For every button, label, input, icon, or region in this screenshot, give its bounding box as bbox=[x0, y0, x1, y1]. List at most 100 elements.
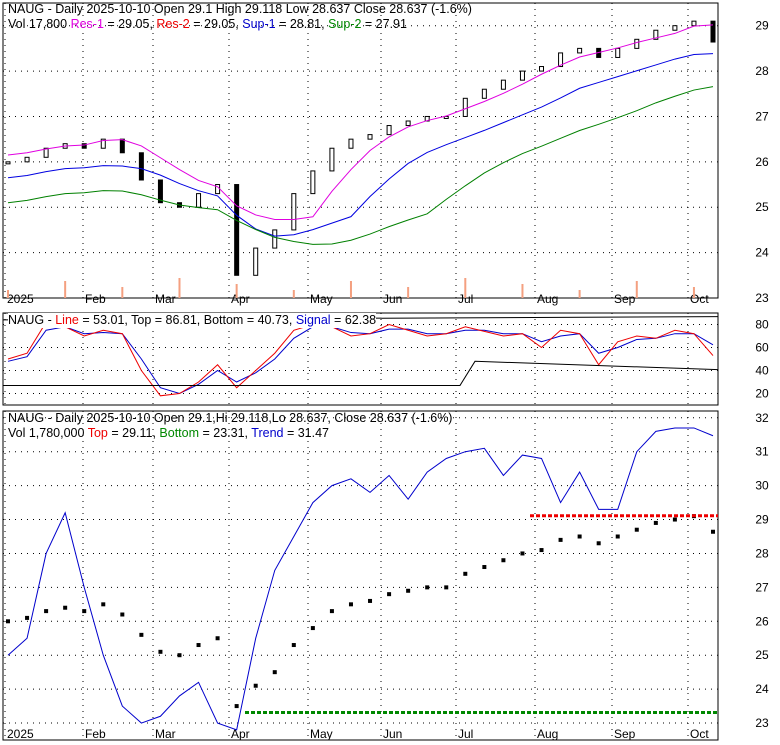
price-mark bbox=[6, 619, 10, 624]
y-tick-label: 28 bbox=[755, 64, 769, 78]
price-candle bbox=[615, 47, 621, 58]
panel1-header: NAUG - Daily 2025-10-10 Open 29.1 High 2… bbox=[8, 2, 472, 32]
y-tick-label: 23 bbox=[755, 716, 769, 730]
price-candle bbox=[253, 247, 259, 276]
volume-bar bbox=[349, 281, 352, 298]
y-tick-label: 29 bbox=[755, 19, 769, 33]
panel3-volume: Vol 1,780,000 bbox=[8, 426, 88, 440]
y-tick-label: 80 bbox=[755, 318, 769, 332]
x-tick-label: Jun bbox=[383, 292, 402, 306]
y-tick-label: 26 bbox=[755, 155, 769, 169]
price-mark bbox=[25, 615, 30, 620]
volume-bar bbox=[64, 281, 67, 298]
sup1-label: Sup-1 bbox=[242, 17, 276, 31]
res2-value: = 29.05, bbox=[189, 17, 243, 31]
trend-label: Trend bbox=[251, 426, 284, 440]
panel-1-frame bbox=[2, 2, 719, 299]
bottom-line bbox=[3, 360, 719, 386]
volume-bar bbox=[7, 290, 9, 298]
y-tick-label: 60 bbox=[755, 341, 769, 355]
price-mark bbox=[634, 527, 639, 532]
y-tick-label: 32 bbox=[755, 411, 769, 425]
price-mark bbox=[329, 609, 334, 614]
y-tick-label: 25 bbox=[755, 200, 769, 214]
x-tick-label: Sep bbox=[614, 292, 636, 306]
y-tick-label: 30 bbox=[755, 479, 769, 493]
price-mark bbox=[368, 598, 373, 603]
x-tick-label: Apr bbox=[231, 292, 250, 306]
price-mark bbox=[177, 653, 182, 658]
x-tick-label: May bbox=[310, 292, 333, 306]
price-mark bbox=[482, 565, 487, 570]
x-tick-label: Sep bbox=[614, 727, 636, 741]
price-candle bbox=[138, 152, 144, 181]
price-mark bbox=[158, 649, 163, 654]
x-tick-label: Oct bbox=[690, 292, 709, 306]
price-candle bbox=[405, 120, 411, 127]
price-candle bbox=[519, 70, 525, 81]
price-candle bbox=[367, 134, 373, 140]
x-tick-label: 2025 bbox=[7, 292, 34, 306]
y-tick-label: 27 bbox=[755, 580, 769, 594]
price-candle bbox=[119, 138, 125, 154]
trend-value: = 31.47 bbox=[283, 426, 330, 440]
price-candle bbox=[5, 161, 11, 165]
price-candle bbox=[329, 147, 335, 172]
price-mark bbox=[501, 558, 506, 563]
price-candle bbox=[634, 38, 640, 49]
volume-bar bbox=[121, 287, 124, 298]
y-tick-label: 20 bbox=[755, 387, 769, 401]
res1-label: Res-1 bbox=[70, 17, 104, 31]
price-candle bbox=[577, 47, 583, 54]
price-candle bbox=[291, 193, 297, 231]
price-mark bbox=[253, 683, 258, 688]
bottom-value: = 23.31, bbox=[199, 426, 252, 440]
price-mark bbox=[615, 534, 620, 539]
res1-line bbox=[7, 24, 714, 220]
price-mark bbox=[672, 517, 677, 522]
price-mark bbox=[711, 529, 715, 534]
sup2-value: = 27.91 bbox=[361, 17, 407, 31]
panel-3-frame bbox=[2, 410, 719, 741]
volume-bar bbox=[407, 287, 410, 298]
chart-svg: 23 24 25 26 27 28 29 20 40 60 80 23 24 25 26 27 28 29 30 31… bbox=[2, 2, 769, 741]
price-mark bbox=[406, 588, 411, 593]
y-tick-label: 24 bbox=[755, 246, 769, 260]
y-tick-label: 23 bbox=[755, 291, 769, 305]
volume-bar bbox=[235, 284, 238, 298]
top-value: = 29.11, bbox=[107, 426, 160, 440]
price-candle bbox=[462, 97, 468, 117]
price-mark bbox=[215, 636, 220, 641]
price-candle bbox=[196, 193, 202, 208]
signal-line bbox=[7, 326, 714, 395]
trend-line bbox=[7, 427, 714, 731]
price-mark bbox=[82, 609, 87, 614]
price-mark bbox=[234, 704, 239, 709]
price-candle bbox=[310, 170, 316, 195]
chart-container: 23 24 25 26 27 28 29 20 40 60 80 23 24 25 26 27 28 29 30 31… bbox=[0, 0, 780, 745]
y-tick-label: 26 bbox=[755, 614, 769, 628]
price-mark bbox=[272, 670, 277, 675]
panel2-prefix: NAUG - bbox=[8, 313, 56, 327]
price-candle bbox=[710, 20, 716, 43]
price-mark bbox=[463, 571, 468, 576]
volume-bar bbox=[464, 278, 467, 298]
y-tick-label: 29 bbox=[755, 513, 769, 527]
x-tick-label: Oct bbox=[690, 727, 709, 741]
x-tick-label: Jul bbox=[458, 727, 473, 741]
price-mark bbox=[653, 520, 658, 525]
volume-bar bbox=[635, 281, 638, 298]
price-mark bbox=[120, 612, 125, 617]
y-tick-label: 25 bbox=[755, 648, 769, 662]
price-mark bbox=[348, 602, 353, 607]
price-candle bbox=[500, 79, 506, 90]
price-mark bbox=[425, 585, 430, 590]
sup2-label: Sup-2 bbox=[328, 17, 362, 31]
x-tick-label: Aug bbox=[537, 292, 558, 306]
volume-text: Vol 17,800 bbox=[8, 17, 68, 31]
price-candle bbox=[272, 229, 278, 249]
price-mark bbox=[63, 605, 68, 610]
y-tick-label: 31 bbox=[755, 445, 769, 459]
top-label: Top bbox=[87, 426, 108, 440]
x-tick-label: Aug bbox=[537, 727, 558, 741]
